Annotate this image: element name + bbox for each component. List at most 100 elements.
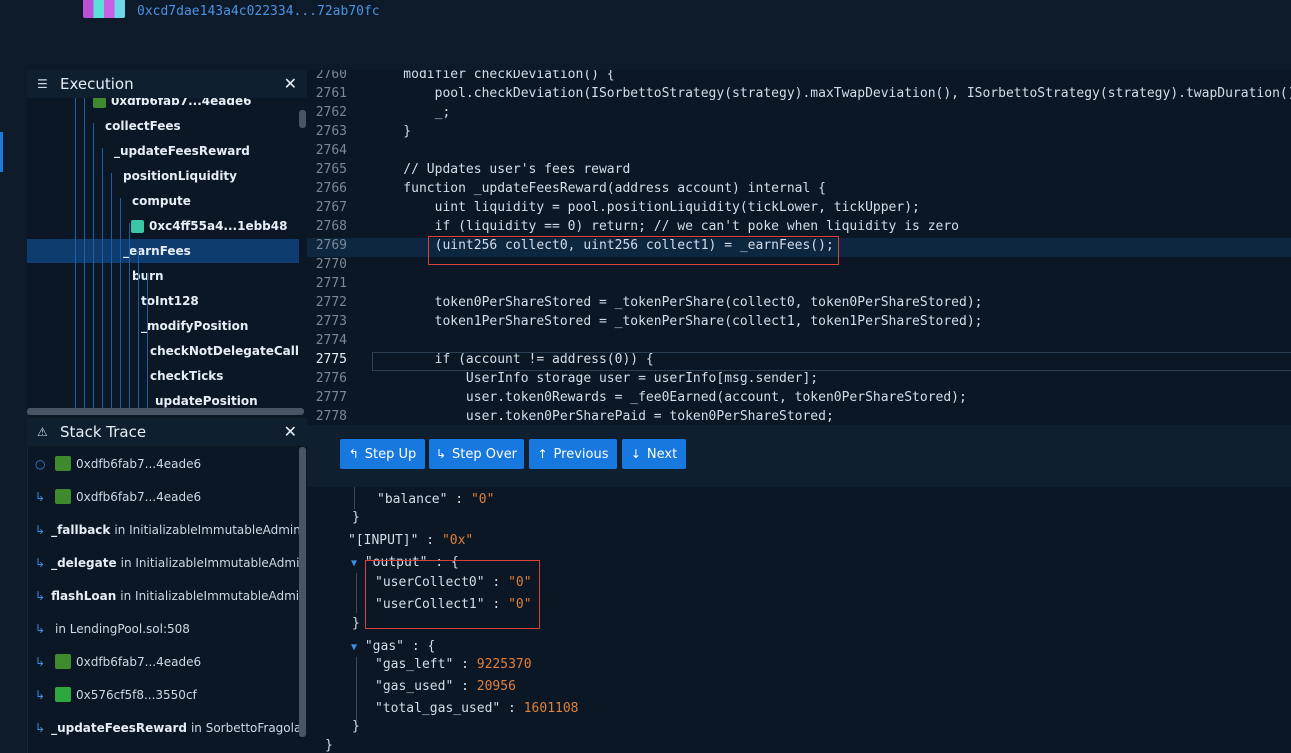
- line-number: 2777: [315, 390, 347, 405]
- stack-item[interactable]: ↳ _delegate in InitializableImmutableAdmin…: [27, 546, 302, 579]
- json-key: "gas_left": [375, 657, 454, 672]
- code-line: 2762 _;: [307, 105, 1291, 124]
- return-arrow-icon: ↳: [35, 687, 46, 702]
- json-balance-row: "balance" : "0": [377, 492, 495, 507]
- previous-button[interactable]: ↑ Previous: [529, 439, 617, 469]
- line-number: 2766: [315, 181, 347, 196]
- json-key: "[INPUT]": [348, 533, 419, 548]
- json-input-row: "[INPUT]" : "0x": [348, 533, 474, 548]
- line-number: 2778: [315, 409, 347, 424]
- execution-item[interactable]: _updateFeesReward: [27, 139, 299, 163]
- line-number: 2760: [315, 70, 347, 82]
- previous-label: Previous: [553, 446, 609, 462]
- stack-item-function: _fallback: [51, 522, 111, 537]
- execution-item-label: compute: [132, 194, 191, 208]
- execution-item-label: _modifyPosition: [141, 319, 249, 333]
- account-address[interactable]: 0xcd7dae143a4c022334...72ab70fc: [137, 4, 380, 19]
- stack-item[interactable]: ↳ 0xdfb6fab7...4eade6: [27, 645, 302, 678]
- step-up-button[interactable]: ↰ Step Up: [340, 439, 425, 469]
- close-icon[interactable]: ✕: [284, 422, 297, 441]
- stack-item[interactable]: ↳ _updateFeesRewardin SorbettoFragola.sol: [27, 711, 302, 744]
- stack-item-address: 0x576cf5f8...3550cf: [76, 687, 197, 702]
- tree-guide-line: [75, 98, 76, 413]
- execution-tree: 0xdfb6fab7...4eade6 collectFees _updateFee…: [27, 98, 299, 413]
- line-number: 2774: [315, 333, 347, 348]
- stack-item-address: 0xdfb6fab7...4eade6: [76, 489, 202, 504]
- stack-item[interactable]: ↳ 0x576cf5f8...3550cf: [27, 678, 302, 711]
- stack-item[interactable]: ↳ in LendingPool.sol:508: [27, 612, 302, 645]
- contract-icon: [93, 98, 106, 108]
- stack-item[interactable]: ○ 0xdfb6fab7...4eade6: [27, 447, 302, 480]
- code-line: 2778 user.token0PerSharePaid = token0Per…: [307, 409, 1291, 425]
- json-value: 1601108: [523, 701, 579, 716]
- json-gas-row[interactable]: ▼ "gas" : {: [351, 639, 435, 654]
- return-arrow-icon: ↳: [35, 522, 46, 537]
- account-avatar: [83, 0, 125, 18]
- execution-item[interactable]: 0xdfb6fab7...4eade6: [27, 98, 299, 113]
- stack-item-location: in LendingPool.sol:508: [55, 621, 190, 636]
- active-indicator: [0, 132, 3, 172]
- json-key: "balance": [377, 492, 448, 507]
- execution-item-label: _earnFees: [123, 244, 191, 258]
- arrow-down-icon: ↓: [630, 447, 641, 461]
- execution-item[interactable]: _earnFees: [27, 239, 299, 263]
- return-arrow-icon: ↳: [35, 720, 46, 735]
- stack-item[interactable]: ↳ flashLoan in InitializableImmutableAdmin…: [27, 579, 302, 612]
- json-brace: }: [352, 510, 360, 525]
- close-icon[interactable]: ✕: [284, 74, 297, 93]
- next-button[interactable]: ↓ Next: [622, 439, 686, 469]
- json-value: "0x": [441, 533, 474, 548]
- execution-item[interactable]: burn: [27, 264, 299, 288]
- json-key: "gas_used": [375, 679, 454, 694]
- execution-item[interactable]: toInt128: [27, 289, 299, 313]
- highlight-box: [428, 236, 839, 265]
- list-icon: ☰: [37, 77, 48, 91]
- code-text: }: [372, 124, 412, 139]
- collapse-icon[interactable]: ▼: [351, 642, 357, 653]
- guide-line: [354, 487, 355, 509]
- code-text: token0PerShareStored = _tokenPerShare(co…: [372, 295, 983, 310]
- arrow-up-icon: ↑: [537, 447, 548, 461]
- json-key: "total_gas_used": [375, 701, 501, 716]
- return-arrow-icon: ↳: [35, 555, 46, 570]
- execution-item[interactable]: checkTicks: [27, 364, 299, 388]
- json-brace: }: [325, 738, 333, 753]
- step-over-button[interactable]: ↳ Step Over: [429, 439, 524, 469]
- execution-item-label: checkTicks: [150, 369, 224, 383]
- stack-item[interactable]: ↳ 0xdfb6fab7...4eade6: [27, 480, 302, 513]
- execution-item[interactable]: 0xc4ff55a4...1ebb48: [27, 214, 299, 238]
- guide-line: [356, 657, 357, 721]
- json-value: 20956: [476, 679, 516, 694]
- stack-title: Stack Trace: [60, 423, 147, 441]
- execution-scrollbar[interactable]: [299, 110, 306, 128]
- contract-icon: [55, 489, 71, 504]
- stack-scrollbar[interactable]: [299, 447, 306, 737]
- execution-item[interactable]: compute: [27, 189, 299, 213]
- tree-guide-line: [93, 123, 94, 413]
- execution-item[interactable]: collectFees: [27, 114, 299, 138]
- step-up-icon: ↰: [348, 447, 359, 461]
- code-text: uint liquidity = pool.positionLiquidity(…: [372, 200, 920, 215]
- execution-item[interactable]: _modifyPosition: [27, 314, 299, 338]
- json-brace: }: [352, 616, 360, 631]
- execution-item[interactable]: positionLiquidity: [27, 164, 299, 188]
- code-text: // Updates user's fees reward: [372, 162, 631, 177]
- stack-item[interactable]: ↳ _fallback in InitializableImmutableAdmin…: [27, 513, 302, 546]
- execution-item-label: collectFees: [105, 119, 181, 133]
- line-number: 2761: [315, 86, 347, 101]
- contract-icon: [55, 687, 71, 702]
- collapse-icon[interactable]: ▼: [351, 558, 357, 569]
- tree-guide-line: [129, 223, 130, 413]
- code-line: 2772 token0PerShareStored = _tokenPerSha…: [307, 295, 1291, 314]
- highlight-box: [365, 560, 540, 629]
- execution-hscrollbar[interactable]: [27, 408, 304, 415]
- execution-item[interactable]: checkNotDelegateCall: [27, 339, 299, 363]
- execution-item-label: checkNotDelegateCall: [150, 344, 299, 358]
- code-text: token1PerShareStored = _tokenPerShare(co…: [372, 314, 983, 329]
- code-text: user.token0PerSharePaid = token0PerShare…: [372, 409, 834, 424]
- contract-icon: [131, 219, 144, 233]
- code-line: 2763 }: [307, 124, 1291, 143]
- json-gasused-row: "gas_used" : 20956: [375, 679, 516, 694]
- stack-item-location: in InitializableImmutableAdminU: [120, 555, 302, 570]
- line-number: 2771: [315, 276, 347, 291]
